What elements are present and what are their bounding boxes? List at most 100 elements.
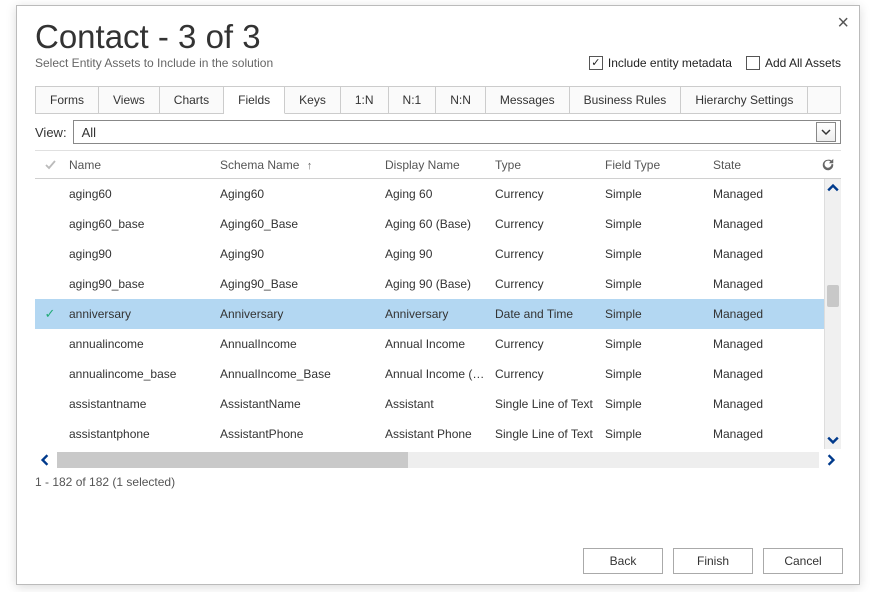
cell-name: assistantname bbox=[65, 397, 220, 411]
tab-1n[interactable]: 1:N bbox=[341, 87, 389, 114]
dialog-footer: Back Finish Cancel bbox=[583, 548, 843, 574]
checkbox-empty-icon bbox=[746, 56, 760, 70]
cell-type: Date and Time bbox=[495, 307, 605, 321]
cell-state: Managed bbox=[713, 277, 824, 291]
tab-fields[interactable]: Fields bbox=[224, 87, 285, 114]
tab-views[interactable]: Views bbox=[99, 87, 160, 114]
cell-field-type: Simple bbox=[605, 337, 713, 351]
cell-display: Annual Income (… bbox=[385, 367, 495, 381]
col-header-field-type[interactable]: Field Type bbox=[605, 158, 713, 172]
view-row: View: All bbox=[35, 120, 841, 144]
cell-name: annualincome bbox=[65, 337, 220, 351]
cell-display: Anniversary bbox=[385, 307, 495, 321]
tab-nn[interactable]: N:N bbox=[436, 87, 486, 114]
scroll-thumb[interactable] bbox=[827, 285, 839, 307]
cell-type: Currency bbox=[495, 277, 605, 291]
cell-field-type: Simple bbox=[605, 187, 713, 201]
table-row[interactable]: aging90Aging90Aging 90CurrencySimpleMana… bbox=[35, 239, 824, 269]
refresh-icon[interactable] bbox=[815, 158, 841, 172]
table-row[interactable]: aging90_baseAging90_BaseAging 90 (Base)C… bbox=[35, 269, 824, 299]
view-select[interactable]: All bbox=[73, 120, 841, 144]
cell-field-type: Simple bbox=[605, 277, 713, 291]
col-header-state[interactable]: State bbox=[713, 158, 815, 172]
table-row[interactable]: ✓anniversaryAnniversaryAnniversaryDate a… bbox=[35, 299, 824, 329]
cell-name: anniversary bbox=[65, 307, 220, 321]
cell-display: Aging 90 (Base) bbox=[385, 277, 495, 291]
dialog: × Contact - 3 of 3 Select Entity Assets … bbox=[16, 5, 860, 585]
vertical-scrollbar[interactable] bbox=[824, 179, 841, 449]
cell-state: Managed bbox=[713, 217, 824, 231]
sort-ascending-icon: ↑ bbox=[307, 160, 313, 172]
view-select-value: All bbox=[82, 125, 96, 140]
cell-display: Aging 90 bbox=[385, 247, 495, 261]
cell-state: Managed bbox=[713, 337, 824, 351]
cell-field-type: Simple bbox=[605, 427, 713, 441]
table-row[interactable]: aging60Aging60Aging 60CurrencySimpleMana… bbox=[35, 179, 824, 209]
cell-name: aging90_base bbox=[65, 277, 220, 291]
tab-charts[interactable]: Charts bbox=[160, 87, 224, 114]
col-header-type[interactable]: Type bbox=[495, 158, 605, 172]
status-text: 1 - 182 of 182 (1 selected) bbox=[35, 475, 841, 489]
cell-type: Single Line of Text bbox=[495, 427, 605, 441]
select-all-checkbox[interactable] bbox=[35, 158, 65, 171]
cell-schema: Aging60_Base bbox=[220, 217, 385, 231]
cancel-button[interactable]: Cancel bbox=[763, 548, 843, 574]
tab-keys[interactable]: Keys bbox=[285, 87, 341, 114]
cell-display: Assistant Phone bbox=[385, 427, 495, 441]
cell-name: aging60 bbox=[65, 187, 220, 201]
tabs-filler bbox=[808, 87, 840, 114]
tab-business-rules[interactable]: Business Rules bbox=[570, 87, 682, 114]
cell-schema: Aging90 bbox=[220, 247, 385, 261]
cell-type: Single Line of Text bbox=[495, 397, 605, 411]
scroll-right-icon[interactable] bbox=[821, 451, 841, 469]
col-header-schema[interactable]: Schema Name ↑ bbox=[220, 158, 385, 172]
tab-hierarchy-settings[interactable]: Hierarchy Settings bbox=[681, 87, 808, 114]
cell-state: Managed bbox=[713, 397, 824, 411]
table-row[interactable]: assistantnameAssistantNameAssistantSingl… bbox=[35, 389, 824, 419]
cell-field-type: Simple bbox=[605, 367, 713, 381]
row-check-icon[interactable]: ✓ bbox=[35, 306, 65, 322]
tab-forms[interactable]: Forms bbox=[36, 87, 99, 114]
checkbox-checked-icon bbox=[589, 56, 603, 70]
cell-state: Managed bbox=[713, 247, 824, 261]
col-header-schema-label: Schema Name bbox=[220, 158, 299, 172]
cell-display: Aging 60 (Base) bbox=[385, 217, 495, 231]
cell-state: Managed bbox=[713, 307, 824, 321]
tab-n1[interactable]: N:1 bbox=[389, 87, 437, 114]
table-row[interactable]: annualincomeAnnualIncomeAnnual IncomeCur… bbox=[35, 329, 824, 359]
finish-button[interactable]: Finish bbox=[673, 548, 753, 574]
cell-state: Managed bbox=[713, 187, 824, 201]
back-button[interactable]: Back bbox=[583, 548, 663, 574]
cell-schema: AssistantName bbox=[220, 397, 385, 411]
cell-schema: AnnualIncome bbox=[220, 337, 385, 351]
scroll-up-icon[interactable] bbox=[825, 179, 841, 197]
cell-schema: Aging60 bbox=[220, 187, 385, 201]
scroll-down-icon[interactable] bbox=[825, 431, 841, 449]
scroll-track[interactable] bbox=[825, 197, 841, 431]
cell-type: Currency bbox=[495, 187, 605, 201]
cell-field-type: Simple bbox=[605, 397, 713, 411]
col-header-name[interactable]: Name bbox=[65, 158, 220, 172]
cell-field-type: Simple bbox=[605, 247, 713, 261]
horizontal-scrollbar[interactable] bbox=[35, 451, 841, 469]
scroll-left-icon[interactable] bbox=[35, 451, 55, 469]
hscroll-thumb[interactable] bbox=[57, 452, 408, 468]
chevron-down-icon bbox=[816, 122, 836, 142]
include-metadata-label: Include entity metadata bbox=[608, 56, 732, 70]
hscroll-track[interactable] bbox=[57, 452, 819, 468]
cell-display: Assistant bbox=[385, 397, 495, 411]
tab-messages[interactable]: Messages bbox=[486, 87, 570, 114]
cell-schema: Anniversary bbox=[220, 307, 385, 321]
add-all-assets-checkbox[interactable]: Add All Assets bbox=[746, 56, 841, 70]
dialog-header: Contact - 3 of 3 Select Entity Assets to… bbox=[17, 6, 859, 76]
cell-field-type: Simple bbox=[605, 307, 713, 321]
subtitle-row: Select Entity Assets to Include in the s… bbox=[35, 56, 841, 70]
close-icon[interactable]: × bbox=[837, 12, 849, 35]
include-metadata-checkbox[interactable]: Include entity metadata bbox=[589, 56, 732, 70]
col-header-display[interactable]: Display Name bbox=[385, 158, 495, 172]
page-title: Contact - 3 of 3 bbox=[35, 18, 841, 56]
table-row[interactable]: annualincome_baseAnnualIncome_BaseAnnual… bbox=[35, 359, 824, 389]
cell-name: aging90 bbox=[65, 247, 220, 261]
table-row[interactable]: aging60_baseAging60_BaseAging 60 (Base)C… bbox=[35, 209, 824, 239]
table-row[interactable]: assistantphoneAssistantPhoneAssistant Ph… bbox=[35, 419, 824, 449]
